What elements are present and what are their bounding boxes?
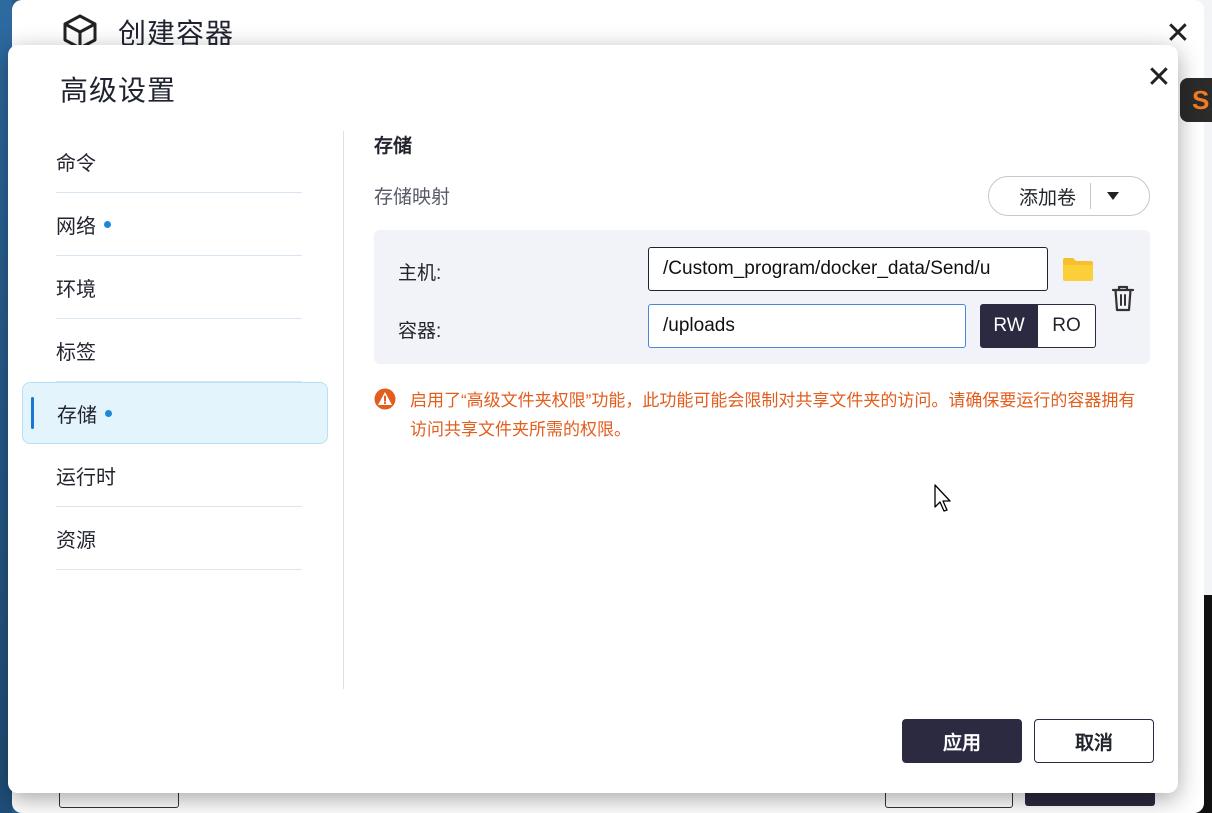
sidebar-item-label: 运行时 xyxy=(56,466,116,489)
container-path-input[interactable]: /uploads xyxy=(648,304,966,348)
volume-mapping-card: 主机: /Custom_program/docker_data/Send/u 容… xyxy=(374,230,1150,364)
sidebar-item-label: 网络 xyxy=(56,215,96,238)
ro-button[interactable]: RO xyxy=(1038,304,1096,348)
sidebar-item-label: 标签 xyxy=(56,341,96,364)
add-volume-separator xyxy=(1090,183,1092,209)
container-label: 容器: xyxy=(398,321,442,342)
host-path-input[interactable]: /Custom_program/docker_data/Send/u xyxy=(648,247,1048,291)
sidebar-item-label: 存储 xyxy=(57,404,97,427)
modified-dot-icon xyxy=(105,409,112,417)
close-icon[interactable]: ✕ xyxy=(1144,63,1174,93)
storage-section-title: 存储 xyxy=(374,136,413,157)
cancel-button[interactable]: 取消 xyxy=(1034,719,1154,763)
access-mode-toggle: RW RO xyxy=(980,304,1096,348)
warning-icon xyxy=(374,388,396,410)
storage-mapping-label: 存储映射 xyxy=(374,187,451,208)
floating-app-badge[interactable]: S xyxy=(1180,78,1212,122)
host-label: 主机: xyxy=(398,263,442,284)
sidebar-item-environment[interactable]: 环境 xyxy=(56,256,302,319)
advanced-settings-dialog: 高级设置 ✕ 命令 网络 环境 标签 存储 运行时 资源 存储 存储映射 添加卷… xyxy=(8,45,1178,793)
storage-panel: 存储 存储映射 添加卷 主机: /Custom_program/docker_d… xyxy=(374,131,1150,444)
add-volume-button[interactable]: 添加卷 xyxy=(988,176,1150,216)
caret-down-icon[interactable] xyxy=(1107,192,1120,200)
folder-icon[interactable] xyxy=(1062,256,1094,282)
sidebar-item-label: 资源 xyxy=(56,529,96,552)
modified-dot-icon xyxy=(104,220,111,228)
sidebar-item-runtime[interactable]: 运行时 xyxy=(56,444,302,507)
sidebar-item-network[interactable]: 网络 xyxy=(56,193,302,256)
apply-button[interactable]: 应用 xyxy=(902,719,1022,763)
sidebar-item-labels[interactable]: 标签 xyxy=(56,319,302,382)
sidebar-item-label: 命令 xyxy=(56,152,96,175)
sidebar-item-storage[interactable]: 存储 xyxy=(22,382,328,444)
sidebar-item-command[interactable]: 命令 xyxy=(56,130,302,193)
warning-text: 启用了“高级文件夹权限”功能，此功能可能会限制对共享文件夹的访问。请确保要运行的… xyxy=(410,391,1136,439)
mouse-cursor-icon xyxy=(934,484,951,512)
dialog-title: 高级设置 xyxy=(60,75,177,106)
panel-divider xyxy=(343,131,344,689)
trash-icon[interactable] xyxy=(1110,284,1136,312)
sidebar-item-resources[interactable]: 资源 xyxy=(56,507,302,570)
add-volume-label: 添加卷 xyxy=(1019,187,1077,209)
storage-mapping-header: 存储映射 添加卷 xyxy=(374,176,1150,216)
back-window-close-icon[interactable]: ✕ xyxy=(1164,19,1192,49)
rw-button[interactable]: RW xyxy=(980,304,1038,348)
sidebar-item-label: 环境 xyxy=(56,278,96,301)
permission-warning: 启用了“高级文件夹权限”功能，此功能可能会限制对共享文件夹的访问。请确保要运行的… xyxy=(374,386,1150,444)
settings-sidebar: 命令 网络 环境 标签 存储 运行时 资源 xyxy=(22,130,328,570)
